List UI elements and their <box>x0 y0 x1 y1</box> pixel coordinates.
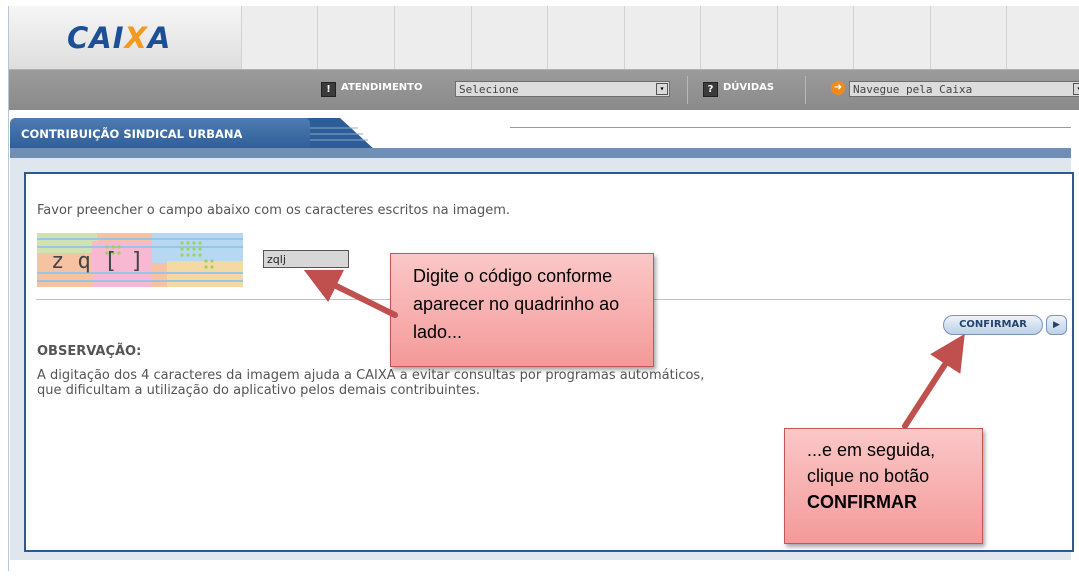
arrow-to-input <box>303 269 398 318</box>
arrow-to-button <box>902 333 965 429</box>
annotation-arrows <box>303 269 965 429</box>
